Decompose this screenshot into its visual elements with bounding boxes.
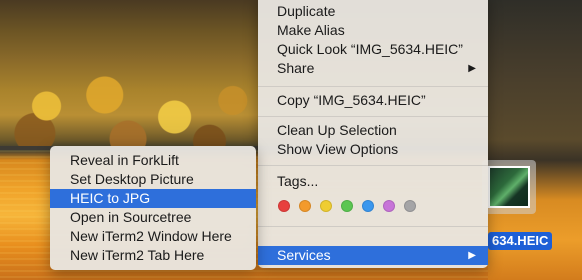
file-name-label[interactable]: 634.HEIC bbox=[488, 232, 553, 250]
service-set-desktop-picture[interactable]: Set Desktop Picture bbox=[50, 170, 256, 189]
chevron-right-icon: ▶ bbox=[468, 63, 476, 74]
menu-item-label: Clean Up Selection bbox=[277, 122, 397, 138]
menu-item-services[interactable]: Services ▶ bbox=[258, 246, 488, 265]
menu-item-quick-look[interactable]: Quick Look “IMG_5634.HEIC” bbox=[258, 40, 488, 59]
tag-yellow-dot[interactable] bbox=[320, 200, 332, 212]
menu-item-show-view-options[interactable]: Show View Options bbox=[258, 140, 488, 159]
image-thumbnail bbox=[488, 166, 530, 208]
menu-item-tags[interactable]: Tags... bbox=[258, 172, 488, 191]
chevron-right-icon: ▶ bbox=[468, 250, 476, 261]
services-submenu: Reveal in ForkLift Set Desktop Picture H… bbox=[50, 146, 256, 270]
tag-purple-dot[interactable] bbox=[383, 200, 395, 212]
menu-item-label: New iTerm2 Window Here bbox=[70, 228, 232, 244]
service-heic-to-jpg[interactable]: HEIC to JPG bbox=[50, 189, 256, 208]
service-new-iterm2-window[interactable]: New iTerm2 Window Here bbox=[50, 227, 256, 246]
menu-separator bbox=[258, 165, 488, 166]
tag-color-row bbox=[278, 200, 416, 214]
menu-separator bbox=[258, 86, 488, 87]
context-menu: Duplicate Make Alias Quick Look “IMG_563… bbox=[258, 0, 488, 268]
menu-separator bbox=[258, 226, 488, 227]
menu-item-label: Quick Look “IMG_5634.HEIC” bbox=[277, 41, 463, 57]
menu-item-label: Copy “IMG_5634.HEIC” bbox=[277, 92, 426, 108]
menu-item-duplicate[interactable]: Duplicate bbox=[258, 2, 488, 21]
tag-green-dot[interactable] bbox=[341, 200, 353, 212]
menu-item-label: Show View Options bbox=[277, 141, 399, 157]
menu-item-share[interactable]: Share ▶ bbox=[258, 59, 488, 78]
service-reveal-in-forklift[interactable]: Reveal in ForkLift bbox=[50, 151, 256, 170]
menu-separator bbox=[258, 116, 488, 117]
menu-item-clean-up-selection[interactable]: Clean Up Selection bbox=[258, 121, 488, 140]
menu-item-label: Services bbox=[277, 247, 331, 263]
tag-orange-dot[interactable] bbox=[299, 200, 311, 212]
menu-item-label: Tags... bbox=[277, 173, 319, 189]
menu-item-label: Duplicate bbox=[277, 3, 336, 19]
menu-item-label: Share bbox=[277, 60, 315, 76]
menu-item-label: Set Desktop Picture bbox=[70, 171, 194, 187]
menu-item-label: Open in Sourcetree bbox=[70, 209, 192, 225]
service-open-in-sourcetree[interactable]: Open in Sourcetree bbox=[50, 208, 256, 227]
menu-item-label: Reveal in ForkLift bbox=[70, 152, 179, 168]
menu-item-label: New iTerm2 Tab Here bbox=[70, 247, 205, 263]
tag-red-dot[interactable] bbox=[278, 200, 290, 212]
menu-item-copy[interactable]: Copy “IMG_5634.HEIC” bbox=[258, 91, 488, 110]
tag-gray-dot[interactable] bbox=[404, 200, 416, 212]
tag-blue-dot[interactable] bbox=[362, 200, 374, 212]
menu-item-label: HEIC to JPG bbox=[70, 190, 151, 206]
service-new-iterm2-tab[interactable]: New iTerm2 Tab Here bbox=[50, 246, 256, 265]
heic-file-icon[interactable] bbox=[482, 160, 536, 214]
menu-item-label: Make Alias bbox=[277, 22, 345, 38]
menu-item-make-alias[interactable]: Make Alias bbox=[258, 21, 488, 40]
